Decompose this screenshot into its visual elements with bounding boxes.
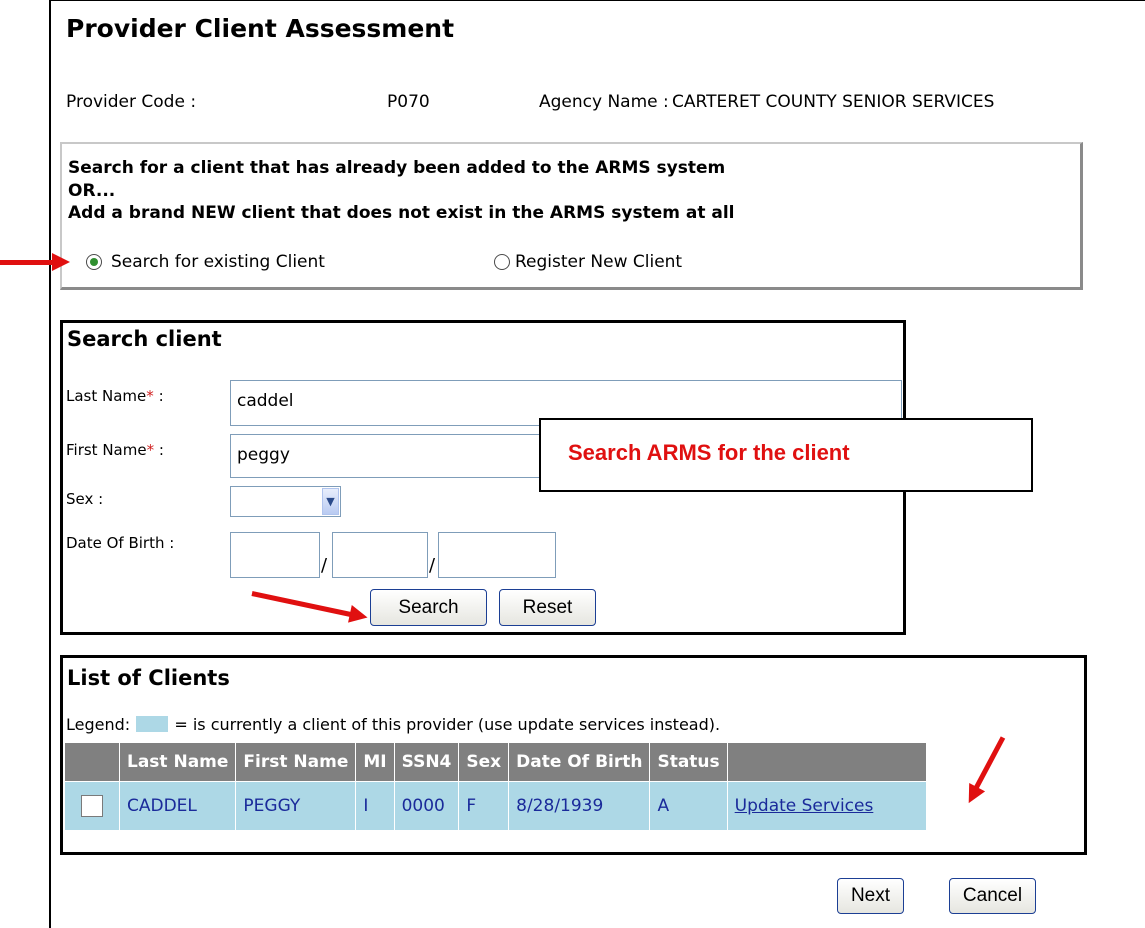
- row-checkbox[interactable]: [81, 795, 103, 817]
- sex-select[interactable]: ▼: [230, 486, 341, 517]
- dob-separator: /: [429, 555, 436, 576]
- search-button[interactable]: Search: [370, 589, 487, 626]
- annotation-arrow-radio: [0, 253, 70, 271]
- search-mode-instruction-1: Search for a client that has already bee…: [68, 158, 726, 178]
- cell-last-name: CADDEL: [119, 781, 237, 830]
- column-header-sex: Sex: [458, 743, 510, 782]
- annotation-callout: Search ARMS for the client: [539, 418, 1033, 492]
- agency-name-label: Agency Name :: [539, 92, 669, 112]
- column-header-select: [65, 743, 120, 782]
- page-title: Provider Client Assessment: [66, 14, 455, 43]
- search-client-title: Search client: [67, 327, 222, 351]
- column-header-ssn4: SSN4: [394, 743, 460, 782]
- next-button[interactable]: Next: [837, 878, 904, 914]
- last-name-label: Last Name* :: [66, 387, 164, 405]
- chevron-down-icon[interactable]: ▼: [322, 488, 339, 515]
- provider-code-value: P070: [387, 92, 430, 112]
- search-mode-panel: Search for a client that has already bee…: [60, 142, 1083, 290]
- cell-dob: 8/28/1939: [508, 781, 651, 830]
- dob-label: Date Of Birth :: [66, 534, 175, 552]
- dob-month-input[interactable]: [230, 532, 320, 578]
- clients-table: Last Name First Name MI SSN4 Sex Date Of…: [65, 743, 927, 830]
- sex-label: Sex :: [66, 490, 104, 508]
- legend: Legend: = is currently a client of this …: [66, 715, 720, 734]
- dob-year-input[interactable]: [438, 532, 556, 578]
- reset-button[interactable]: Reset: [499, 589, 596, 626]
- column-header-dob: Date Of Birth: [508, 743, 651, 782]
- radio-search-existing[interactable]: [86, 254, 102, 270]
- legend-swatch: [136, 716, 169, 732]
- radio-register-new[interactable]: [494, 254, 510, 270]
- cancel-button[interactable]: Cancel: [949, 878, 1036, 914]
- cell-status: A: [649, 781, 728, 830]
- provider-code-label: Provider Code :: [66, 92, 197, 112]
- dob-separator: /: [321, 555, 328, 576]
- table-row: CADDEL PEGGY I 0000 F 8/28/1939 A Update…: [65, 781, 927, 830]
- search-mode-instruction-2: Add a brand NEW client that does not exi…: [68, 203, 735, 223]
- page-frame-left: [49, 0, 51, 928]
- radio-register-new-label[interactable]: Register New Client: [515, 252, 682, 272]
- cell-action: Update Services: [727, 781, 927, 830]
- cell-sex: F: [458, 781, 510, 830]
- update-services-link[interactable]: Update Services: [735, 796, 874, 816]
- first-name-label: First Name* :: [66, 441, 164, 459]
- column-header-last-name: Last Name: [119, 743, 237, 782]
- cell-first-name: PEGGY: [235, 781, 357, 830]
- page-frame-top: [49, 0, 1145, 1]
- row-select-cell: [65, 781, 120, 830]
- column-header-first-name: First Name: [235, 743, 357, 782]
- first-name-input[interactable]: peggy: [230, 434, 542, 478]
- column-header-status: Status: [649, 743, 728, 782]
- client-list-title: List of Clients: [67, 666, 230, 690]
- search-mode-instruction-or: OR...: [68, 181, 116, 201]
- table-header-row: Last Name First Name MI SSN4 Sex Date Of…: [65, 743, 927, 782]
- legend-text: = is currently a client of this provider…: [174, 715, 721, 734]
- agency-name-value: CARTERET COUNTY SENIOR SERVICES: [672, 92, 995, 112]
- radio-search-existing-label[interactable]: Search for existing Client: [111, 252, 325, 272]
- column-header-action: [727, 743, 927, 782]
- dob-day-input[interactable]: [332, 532, 428, 578]
- cell-ssn4: 0000: [394, 781, 460, 830]
- cell-mi: I: [355, 781, 395, 830]
- column-header-mi: MI: [355, 743, 395, 782]
- legend-label: Legend:: [66, 715, 131, 734]
